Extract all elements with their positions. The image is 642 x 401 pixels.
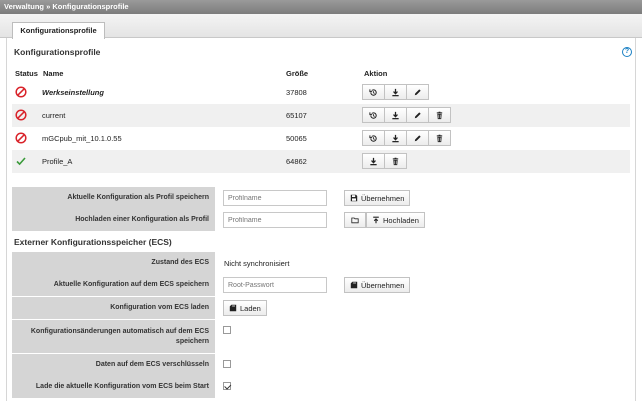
upload-profile-name-input[interactable]	[223, 212, 327, 228]
download-button[interactable]	[384, 130, 407, 146]
breadcrumb: Verwaltung » Konfigurationsprofile	[0, 0, 642, 14]
trash-icon	[436, 134, 443, 142]
ecs-state-row: Zustand des ECS Nicht synchronisiert	[12, 252, 630, 274]
profile-size: 65107	[286, 111, 307, 120]
ecs-boot-checkbox[interactable]	[223, 382, 231, 390]
ecs-save-button[interactable]: Übernehmen	[344, 277, 411, 293]
pencil-icon	[414, 134, 421, 141]
root-password-input[interactable]	[223, 277, 327, 293]
ecs-autosave-row: Konfigurationsänderungen automatisch auf…	[12, 320, 630, 353]
ecs-encrypt-checkbox[interactable]	[223, 360, 231, 368]
help-icon[interactable]: ?	[622, 47, 632, 57]
folder-icon	[351, 217, 359, 224]
save-profile-row: Aktuelle Konfiguration als Profil speich…	[12, 187, 630, 209]
col-name: Name	[43, 69, 64, 78]
download-icon	[392, 88, 399, 96]
upload-button-label: Hochladen	[383, 215, 419, 225]
download-button[interactable]	[384, 84, 407, 100]
save-profile-button[interactable]: Übernehmen	[344, 190, 411, 206]
browse-file-button[interactable]	[344, 212, 366, 228]
upload-icon	[373, 216, 379, 224]
restore-icon	[369, 134, 377, 142]
ecs-boot-label: Lade die aktuelle Konfiguration vom ECS …	[12, 376, 215, 398]
upload-profile-row: Hochladen einer Konfiguration als Profil…	[12, 209, 630, 231]
sd-card-icon	[229, 304, 237, 312]
edit-button[interactable]	[406, 84, 429, 100]
ecs-state-label: Zustand des ECS	[12, 252, 215, 274]
ecs-save-label: Aktuelle Konfiguration auf dem ECS speic…	[12, 274, 215, 296]
ecs-boot-row: Lade die aktuelle Konfiguration vom ECS …	[12, 376, 630, 398]
download-icon	[370, 157, 377, 165]
ecs-save-row: Aktuelle Konfiguration auf dem ECS speic…	[12, 274, 630, 296]
restore-button[interactable]	[362, 84, 385, 100]
profile-name: current	[42, 111, 66, 120]
ecs-encrypt-label: Daten auf dem ECS verschlüsseln	[12, 354, 215, 376]
pencil-icon	[414, 88, 421, 95]
profile-name: Profile_A	[42, 157, 73, 166]
profile-name: Werkseinstellung	[42, 88, 104, 97]
trash-icon	[436, 111, 443, 119]
ecs-save-button-label: Übernehmen	[361, 280, 405, 290]
ecs-title: Externer Konfigurationsspeicher (ECS)	[14, 237, 172, 247]
ecs-load-label: Konfiguration vom ECS laden	[12, 297, 215, 319]
pencil-icon	[414, 111, 421, 118]
table-row: Profile_A 64862	[12, 150, 630, 173]
delete-button[interactable]	[428, 130, 451, 146]
download-button[interactable]	[384, 107, 407, 123]
restore-icon	[369, 88, 377, 96]
trash-icon	[392, 157, 399, 165]
restore-icon	[369, 111, 377, 119]
delete-button[interactable]	[384, 153, 407, 169]
ecs-autosave-checkbox[interactable]	[223, 326, 231, 334]
restore-button[interactable]	[362, 107, 385, 123]
delete-button[interactable]	[428, 107, 451, 123]
forbidden-icon	[15, 132, 27, 144]
profile-size: 50065	[286, 134, 307, 143]
tab-konfigurationsprofile[interactable]: Konfigurationsprofile	[12, 22, 105, 39]
profile-size: 37808	[286, 88, 307, 97]
edit-button[interactable]	[406, 107, 429, 123]
download-icon	[392, 111, 399, 119]
upload-profile-label: Hochladen einer Konfiguration als Profil	[12, 209, 215, 231]
col-status: Status	[15, 69, 38, 78]
forbidden-icon	[15, 109, 27, 121]
download-button[interactable]	[362, 153, 385, 169]
profile-name-input[interactable]	[223, 190, 327, 206]
col-size: Größe	[286, 69, 309, 78]
table-row: mGCpub_mit_10.1.0.55 50065	[12, 127, 630, 150]
table-row: current 65107	[12, 104, 630, 127]
checkmark-icon	[16, 157, 26, 166]
edit-button[interactable]	[406, 130, 429, 146]
restore-button[interactable]	[362, 130, 385, 146]
ecs-load-button-label: Laden	[240, 303, 261, 313]
profiles-title: Konfigurationsprofile	[14, 47, 101, 57]
save-profile-button-label: Übernehmen	[361, 193, 405, 203]
forbidden-icon	[15, 86, 27, 98]
ecs-autosave-label: Konfigurationsänderungen automatisch auf…	[12, 320, 215, 353]
ecs-load-row: Konfiguration vom ECS laden Laden	[12, 297, 630, 319]
ecs-load-button[interactable]: Laden	[223, 300, 267, 316]
table-row: Werkseinstellung 37808	[12, 81, 630, 104]
sd-card-icon	[350, 281, 358, 289]
download-icon	[392, 134, 399, 142]
upload-button[interactable]: Hochladen	[366, 212, 425, 228]
ecs-encrypt-row: Daten auf dem ECS verschlüsseln	[12, 354, 630, 376]
profile-size: 64862	[286, 157, 307, 166]
save-profile-label: Aktuelle Konfiguration als Profil speich…	[12, 187, 215, 209]
profile-name: mGCpub_mit_10.1.0.55	[42, 134, 122, 143]
tab-bar: Konfigurationsprofile	[0, 14, 642, 39]
floppy-icon	[350, 194, 358, 202]
col-action: Aktion	[364, 69, 388, 78]
ecs-state-value: Nicht synchronisiert	[224, 258, 290, 268]
